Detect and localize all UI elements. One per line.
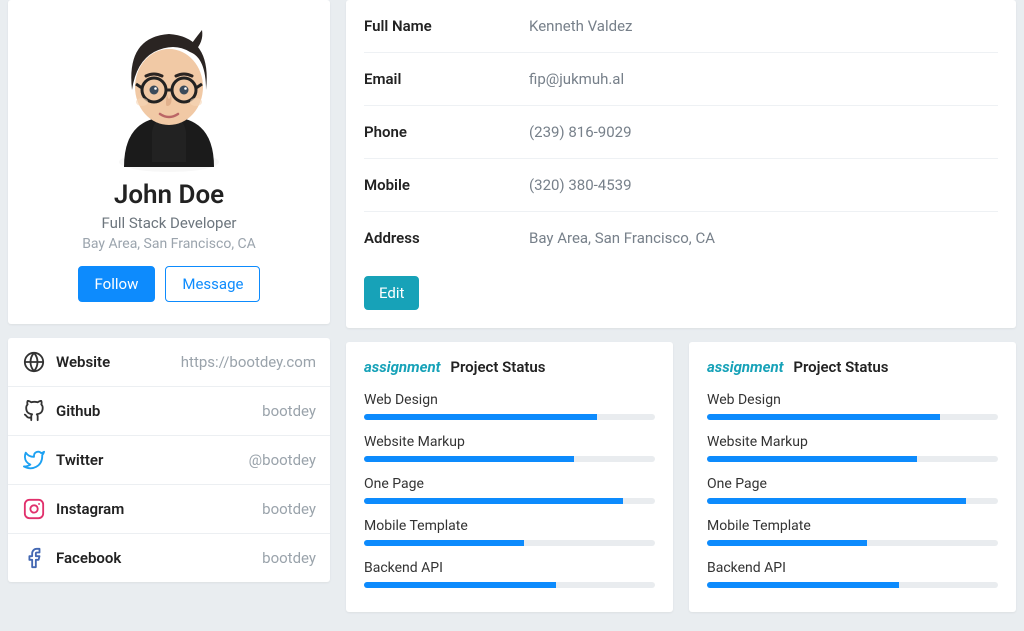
project-status-heading: Project Status (450, 358, 545, 376)
link-value: https://bootdey.com (181, 353, 316, 371)
project-item: Backend API (707, 560, 998, 588)
edit-button[interactable]: Edit (364, 276, 419, 310)
project-label: Backend API (364, 560, 655, 576)
detail-value: Bay Area, San Francisco, CA (529, 229, 715, 247)
link-row-twitter[interactable]: Twitter @bootdey (8, 436, 330, 485)
globe-icon (22, 350, 46, 374)
link-row-instagram[interactable]: Instagram bootdey (8, 485, 330, 534)
instagram-icon (22, 497, 46, 521)
project-status-title: assignment Project Status (707, 358, 998, 376)
progress-track (707, 456, 998, 462)
progress-bar (364, 498, 623, 504)
profile-name: John Doe (24, 180, 314, 210)
progress-track (707, 414, 998, 420)
project-list-2: Web Design Website Markup One Page Mobile T… (707, 392, 998, 588)
project-label: Mobile Template (707, 518, 998, 534)
profile-role: Full Stack Developer (24, 214, 314, 232)
project-label: One Page (707, 476, 998, 492)
link-label: Facebook (56, 549, 121, 567)
link-row-github[interactable]: Github bootdey (8, 387, 330, 436)
follow-button[interactable]: Follow (78, 266, 156, 302)
project-label: Web Design (707, 392, 998, 408)
progress-track (364, 540, 655, 546)
link-label: Github (56, 402, 100, 420)
project-status-card-2: assignment Project Status Web Design Webs… (689, 342, 1016, 612)
link-label: Twitter (56, 451, 103, 469)
message-button[interactable]: Message (165, 266, 260, 302)
progress-track (364, 414, 655, 420)
detail-label: Mobile (364, 176, 529, 194)
detail-label: Email (364, 70, 529, 88)
assignment-badge: assignment (707, 358, 784, 376)
project-item: Mobile Template (364, 518, 655, 546)
project-item: Website Markup (364, 434, 655, 462)
project-item: Mobile Template (707, 518, 998, 546)
progress-track (364, 456, 655, 462)
progress-track (707, 582, 998, 588)
profile-details-card: Full Name Kenneth Valdez Email fip@jukmu… (346, 0, 1016, 328)
detail-label: Phone (364, 123, 529, 141)
progress-bar (707, 582, 899, 588)
detail-value: (320) 380-4539 (529, 176, 632, 194)
progress-bar (364, 456, 574, 462)
facebook-icon (22, 546, 46, 570)
profile-card: John Doe Full Stack Developer Bay Area, … (8, 0, 330, 324)
progress-track (364, 498, 655, 504)
detail-label: Address (364, 229, 529, 247)
project-status-heading: Project Status (793, 358, 888, 376)
progress-bar (707, 498, 966, 504)
link-value: bootdey (262, 402, 316, 420)
project-item: Website Markup (707, 434, 998, 462)
project-status-card-1: assignment Project Status Web Design Webs… (346, 342, 673, 612)
link-label: Website (56, 353, 110, 371)
detail-value: (239) 816-9029 (529, 123, 632, 141)
link-value: @bootdey (249, 451, 316, 469)
avatar (94, 12, 244, 172)
detail-row: Address Bay Area, San Francisco, CA (364, 212, 998, 264)
link-row-facebook[interactable]: Facebook bootdey (8, 534, 330, 582)
progress-bar (364, 540, 524, 546)
project-label: One Page (364, 476, 655, 492)
social-links-card: Website https://bootdey.com Github bootd… (8, 338, 330, 582)
detail-row: Full Name Kenneth Valdez (364, 0, 998, 53)
twitter-icon (22, 448, 46, 472)
project-list-1: Web Design Website Markup One Page Mobile T… (364, 392, 655, 588)
detail-row: Phone (239) 816-9029 (364, 106, 998, 159)
progress-bar (707, 540, 867, 546)
progress-track (707, 498, 998, 504)
project-label: Website Markup (364, 434, 655, 450)
progress-bar (364, 582, 556, 588)
project-label: Mobile Template (364, 518, 655, 534)
detail-label: Full Name (364, 17, 529, 35)
link-row-website[interactable]: Website https://bootdey.com (8, 338, 330, 387)
project-item: Backend API (364, 560, 655, 588)
project-item: One Page (707, 476, 998, 504)
detail-row: Email fip@jukmuh.al (364, 53, 998, 106)
project-label: Backend API (707, 560, 998, 576)
project-item: Web Design (707, 392, 998, 420)
project-item: Web Design (364, 392, 655, 420)
detail-value: fip@jukmuh.al (529, 70, 624, 88)
progress-bar (707, 456, 917, 462)
github-icon (22, 399, 46, 423)
project-label: Website Markup (707, 434, 998, 450)
detail-row: Mobile (320) 380-4539 (364, 159, 998, 212)
link-value: bootdey (262, 549, 316, 567)
profile-location: Bay Area, San Francisco, CA (24, 236, 314, 252)
link-label: Instagram (56, 500, 124, 518)
progress-bar (707, 414, 940, 420)
project-item: One Page (364, 476, 655, 504)
assignment-badge: assignment (364, 358, 441, 376)
link-value: bootdey (262, 500, 316, 518)
detail-value: Kenneth Valdez (529, 17, 632, 35)
progress-bar (364, 414, 597, 420)
progress-track (707, 540, 998, 546)
project-label: Web Design (364, 392, 655, 408)
project-status-title: assignment Project Status (364, 358, 655, 376)
progress-track (364, 582, 655, 588)
